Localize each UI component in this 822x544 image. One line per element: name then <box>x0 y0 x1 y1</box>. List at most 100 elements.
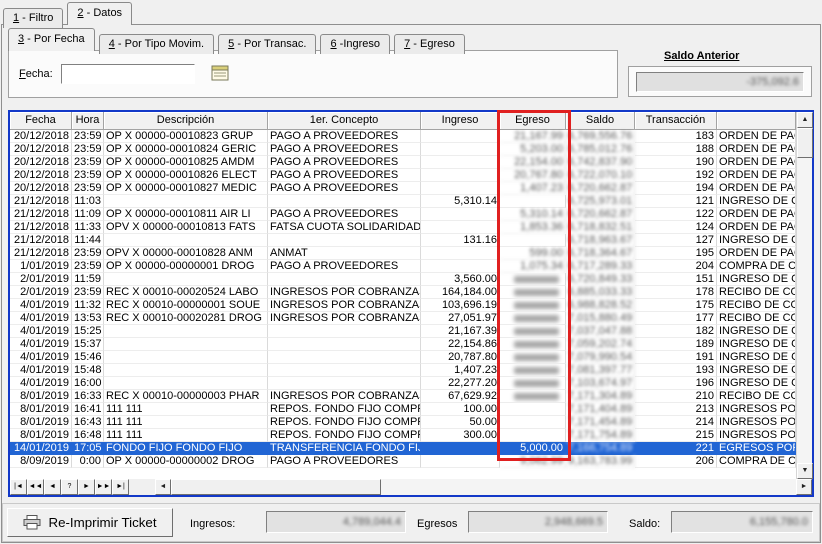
tab-por-tipo-movim[interactable]: 4 - Por Tipo Movim. <box>99 34 214 54</box>
table-row[interactable]: 4/01/201915:481,407.237,081,397.77193ING… <box>10 364 796 377</box>
horizontal-scroll-thumb[interactable] <box>171 479 381 495</box>
cell-saldo: 7,059,202.74 <box>566 338 635 351</box>
cell-transaccion: 191 <box>635 351 717 364</box>
cell-egreso <box>500 351 566 364</box>
cell-egreso: 20,767.80 <box>500 169 566 182</box>
cell-hora: 23:59 <box>72 286 104 299</box>
cell-concepto <box>268 351 421 364</box>
ingresos-field: 4,789,044.4 <box>266 511 406 533</box>
nav-next-page-button[interactable]: ►► <box>95 479 112 495</box>
table-row[interactable]: 2/01/201911:593,560.006,720,849.33151ING… <box>10 273 796 286</box>
nav-next-button[interactable]: ► <box>78 479 95 495</box>
cell-tipo: RECIBO DE CO <box>717 312 796 325</box>
cell-fecha: 20/12/2018 <box>10 169 72 182</box>
tab-filtro[interactable]: 1 - Filtro <box>3 8 63 28</box>
vertical-scrollbar[interactable]: ▲ ▼ <box>796 112 812 479</box>
table-row[interactable]: 4/01/201911:32REC X 00010-00000001 SOUEI… <box>10 299 796 312</box>
cell-hora: 11:59 <box>72 273 104 286</box>
cell-saldo: 6,717,289.33 <box>566 260 635 273</box>
reprint-ticket-button[interactable]: Re-Imprimir Ticket <box>7 508 173 537</box>
table-row[interactable]: 21/12/201811:33OPV X 00000-00010813 FATS… <box>10 221 796 234</box>
cell-ingreso <box>421 182 500 195</box>
cell-concepto <box>268 377 421 390</box>
cell-concepto: REPOS. FONDO FIJO COMPRAS <box>268 416 421 429</box>
column-header-hora[interactable]: Hora <box>72 112 104 130</box>
fecha-input[interactable] <box>61 64 195 84</box>
cell-descripcion: REC X 00010-00020524 LABO <box>104 286 268 299</box>
table-row[interactable]: 20/12/201823:59OP X 00000-00010827 MEDIC… <box>10 182 796 195</box>
filter-panel: Fecha: <box>8 50 618 98</box>
column-header-saldo[interactable]: Saldo <box>566 112 635 130</box>
cell-tipo: INGRESOS POR <box>717 403 796 416</box>
cell-fecha: 8/01/2019 <box>10 390 72 403</box>
tab-por-fecha[interactable]: 3 - Por Fecha <box>8 28 95 51</box>
cell-egreso <box>500 234 566 247</box>
tab-egreso[interactable]: 7 - Egreso <box>394 34 465 54</box>
cell-tipo: COMPRA DE C <box>717 260 796 273</box>
table-row[interactable]: 4/01/201915:2521,167.397,037,047.88182IN… <box>10 325 796 338</box>
cell-hora: 16:00 <box>72 377 104 390</box>
table-row[interactable]: 4/01/201915:3722,154.867,059,202.74189IN… <box>10 338 796 351</box>
table-row[interactable]: 2/01/201923:59REC X 00010-00020524 LABOI… <box>10 286 796 299</box>
calendar-button[interactable] <box>207 62 233 86</box>
column-header-concepto[interactable]: 1er. Concepto <box>268 112 421 130</box>
table-row[interactable]: 21/12/201823:59OPV X 00000-00010828 ANMA… <box>10 247 796 260</box>
table-row[interactable]: 4/01/201916:0022,277.207,103,674.97196IN… <box>10 377 796 390</box>
column-header-descripcion[interactable]: Descripción <box>104 112 268 130</box>
tab-por-transac[interactable]: 5 - Por Transac. <box>218 34 316 54</box>
table-row[interactable]: 20/12/201823:59OP X 00000-00010824 GERIC… <box>10 143 796 156</box>
table-row[interactable]: 8/01/201916:48111 111REPOS. FONDO FIJO C… <box>10 429 796 442</box>
table-row[interactable]: 20/12/201823:59OP X 00000-00010823 GRUPP… <box>10 130 796 143</box>
column-header-fecha[interactable]: Fecha <box>10 112 72 130</box>
table-row[interactable]: 21/12/201811:09OP X 00000-00010811 AIR L… <box>10 208 796 221</box>
table-row[interactable]: 4/01/201915:4620,787.807,079,990.54191IN… <box>10 351 796 364</box>
scroll-left-icon[interactable]: ◄ <box>155 479 171 495</box>
cell-transaccion: 221 <box>635 442 717 455</box>
nav-prior-page-button[interactable]: ◄◄ <box>27 479 44 495</box>
table-row[interactable]: 4/01/201913:53REC X 00010-00020281 DROGI… <box>10 312 796 325</box>
saldo-anterior-value: -375,092.6 <box>746 76 799 88</box>
table-row[interactable]: 8/01/201916:43111 111REPOS. FONDO FIJO C… <box>10 416 796 429</box>
tab-datos[interactable]: 2 - Datos <box>67 2 132 25</box>
scroll-right-icon[interactable]: ► <box>796 479 812 495</box>
tab-ingreso[interactable]: 6 -Ingreso <box>320 34 390 54</box>
column-header-transaccion[interactable]: Transacción <box>635 112 717 130</box>
column-header-tipo[interactable] <box>717 112 796 130</box>
nav-last-button[interactable]: ►| <box>112 479 129 495</box>
cell-egreso: 9,062.99 <box>500 455 566 468</box>
cell-ingreso <box>421 455 500 468</box>
table-row[interactable]: 8/09/20190:00OP X 00000-00000002 DROGPAG… <box>10 455 796 468</box>
cell-hora: 23:59 <box>72 182 104 195</box>
table-row[interactable]: 21/12/201811:44131.166,718,963.67127INGR… <box>10 234 796 247</box>
scroll-up-icon[interactable]: ▲ <box>797 112 813 128</box>
vertical-scroll-thumb[interactable] <box>797 128 813 158</box>
scroll-down-icon[interactable]: ▼ <box>797 463 813 479</box>
column-header-egreso[interactable]: Egreso <box>500 112 566 130</box>
nav-help-button[interactable]: ? <box>61 479 78 495</box>
cell-transaccion: 190 <box>635 156 717 169</box>
horizontal-scrollbar[interactable]: ◄ ► <box>155 479 812 495</box>
cell-tipo: INGRESO DE C <box>717 234 796 247</box>
table-row[interactable]: 8/01/201916:41111 111REPOS. FONDO FIJO C… <box>10 403 796 416</box>
table-row[interactable]: 14/01/201917:05FONDO FIJO FONDO FIJOTRAN… <box>10 442 796 455</box>
horizontal-scroll-track[interactable] <box>381 479 796 495</box>
column-header-ingreso[interactable]: Ingreso <box>421 112 500 130</box>
nav-first-button[interactable]: |◄ <box>10 479 27 495</box>
cell-egreso: 22,154.00 <box>500 156 566 169</box>
table-row[interactable]: 20/12/201823:59OP X 00000-00010825 AMDMP… <box>10 156 796 169</box>
nav-prior-button[interactable]: ◄ <box>44 479 61 495</box>
table-row[interactable]: 8/01/201916:33REC X 00010-00000003 PHARI… <box>10 390 796 403</box>
cell-concepto: INGRESOS POR COBRANZAS <box>268 390 421 403</box>
table-row[interactable]: 1/01/201923:59OP X 00000-00000001 DROGPA… <box>10 260 796 273</box>
table-row[interactable]: 20/12/201823:59OP X 00000-00010826 ELECT… <box>10 169 796 182</box>
cell-descripcion: OPV X 00000-00010828 ANM <box>104 247 268 260</box>
cell-ingreso: 21,167.39 <box>421 325 500 338</box>
cell-concepto: INGRESOS POR COBRANZAS <box>268 312 421 325</box>
cell-fecha: 21/12/2018 <box>10 195 72 208</box>
cell-hora: 16:48 <box>72 429 104 442</box>
tab-ingreso-label: 6 -Ingreso <box>330 35 380 53</box>
table-row[interactable]: 21/12/201811:035,310.146,725,973.01121IN… <box>10 195 796 208</box>
cell-descripcion <box>104 351 268 364</box>
cell-ingreso: 131.16 <box>421 234 500 247</box>
cell-descripcion <box>104 234 268 247</box>
